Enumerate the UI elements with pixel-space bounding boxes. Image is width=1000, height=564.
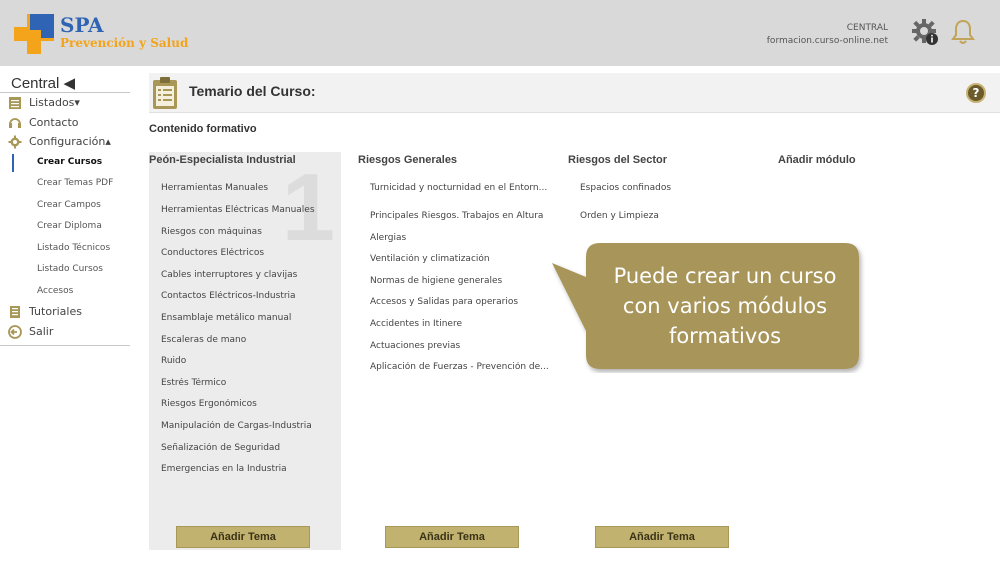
topic-item[interactable]: Ruido [161,356,186,366]
cross-logo-icon [14,14,54,54]
callout-line: con varios módulos [622,294,828,318]
module-title[interactable]: Riesgos del Sector [568,154,667,166]
list-icon [9,97,21,109]
topic-item[interactable]: Accidentes in Itinere [370,319,462,329]
callout-line: formativos [668,324,782,348]
topic-item[interactable]: Principales Riesgos. Trabajos en Altura [370,211,543,221]
account-domain: formacion.curso-online.net [766,36,888,46]
sidebar-item-contacto[interactable]: Contacto [0,113,130,133]
page-title: Temario del Curso: [189,83,316,99]
gear-icon [8,135,22,149]
sidebar-item-label: Configuración▴ [29,135,111,148]
topic-item[interactable]: Cables interruptores y clavijas [161,270,297,280]
help-icon[interactable]: ? [966,83,986,103]
topic-item[interactable]: Turnicidad y nocturnidad en el Entorn... [370,183,547,193]
sidebar: Central ◀ Listados▾ Contacto Configuraci… [0,72,130,346]
account-info: CENTRAL formacion.curso-online.net [767,22,888,48]
add-topic-button[interactable]: Añadir Tema [595,526,729,548]
top-header-bar: SPA Prevención y Salud CENTRAL formacion… [0,0,1000,66]
topic-item[interactable]: Señalización de Seguridad [161,443,280,453]
topic-item[interactable]: Conductores Eléctricos [161,248,264,258]
book-icon [10,306,20,318]
sidebar-item-label: Tutoriales [29,305,82,318]
section-label: Contenido formativo [149,123,257,135]
sidebar-title[interactable]: Central ◀ [0,72,130,92]
sidebar-item-label: Contacto [29,115,79,129]
sidebar-item-listados[interactable]: Listados▾ [0,93,130,113]
settings-info-icon[interactable] [911,18,939,46]
module-title[interactable]: Riesgos Generales [358,154,457,166]
tooltip-callout: Puede crear un curso con varios módulos … [548,243,868,373]
clipboard-icon [153,77,177,109]
module-column: Riesgos Generales Turnicidad y nocturnid… [358,152,550,550]
topic-item[interactable]: Contactos Eléctricos-Industria [161,291,296,301]
topic-item[interactable]: Estrés Térmico [161,378,226,388]
divider [0,345,130,346]
topic-item[interactable]: Orden y Limpieza [580,211,659,221]
sidebar-item-label: Listados▾ [29,96,80,109]
topic-item[interactable]: Espacios confinados [580,183,671,193]
sidebar-subitem-crear-campos[interactable]: Crear Campos [0,195,130,217]
topic-item[interactable]: Riesgos con máquinas [161,227,262,237]
logo-subtitle: Prevención y Salud [60,36,189,50]
topic-item[interactable]: Herramientas Eléctricas Manuales [161,205,315,215]
add-module-column: Añadir módulo [778,152,928,182]
module-title[interactable]: Peón-Especialista Industrial [149,154,296,166]
topic-item[interactable]: Ventilación y climatización [370,254,490,264]
sidebar-subitem-listado-tecnicos[interactable]: Listado Técnicos [0,238,130,260]
topic-item[interactable]: Normas de higiene generales [370,276,502,286]
headset-icon [9,117,21,128]
spa-logo[interactable]: SPA Prevención y Salud [14,14,194,54]
sidebar-subitem-crear-temas-pdf[interactable]: Crear Temas PDF [0,173,130,195]
sidebar-subitem-listado-cursos[interactable]: Listado Cursos [0,259,130,281]
sidebar-item-salir[interactable]: Salir [0,322,130,342]
add-topic-button[interactable]: Añadir Tema [385,526,519,548]
add-module-link[interactable]: Añadir módulo [778,154,856,166]
callout-line: Puede crear un curso [613,264,837,288]
topic-item[interactable]: Riesgos Ergonómicos [161,399,257,409]
sidebar-subitem-crear-diploma[interactable]: Crear Diploma [0,216,130,238]
bell-icon[interactable] [949,18,977,46]
callout-text: Puede crear un curso con varios módulos … [590,261,860,351]
topic-item[interactable]: Ensamblaje metálico manual [161,313,291,323]
topic-item[interactable]: Escaleras de mano [161,335,246,345]
topic-item[interactable]: Herramientas Manuales [161,183,268,193]
topic-item[interactable]: Aplicación de Fuerzas - Prevención de... [370,362,549,372]
topic-item[interactable]: Manipulación de Cargas-Industria [161,421,312,431]
topic-item[interactable]: Actuaciones previas [370,341,460,351]
sidebar-item-tutoriales[interactable]: Tutoriales [0,302,130,322]
topic-item[interactable]: Emergencias en la Industria [161,464,287,474]
sidebar-subitem-crear-cursos[interactable]: Crear Cursos [0,152,130,174]
topic-item[interactable]: Accesos y Salidas para operarios [370,297,518,307]
module-column: Peón-Especialista Industrial 1 Herramien… [149,152,341,550]
sidebar-subitem-accesos[interactable]: Accesos [0,281,130,303]
exit-icon [8,324,22,339]
sidebar-item-configuracion[interactable]: Configuración▴ [0,132,130,152]
topic-item[interactable]: Alergias [370,233,406,243]
logo-title: SPA [60,13,104,37]
add-topic-button[interactable]: Añadir Tema [176,526,310,548]
sidebar-item-label: Salir [29,324,54,338]
page-header: Temario del Curso: ? [149,73,1000,113]
account-name: CENTRAL [846,23,888,33]
